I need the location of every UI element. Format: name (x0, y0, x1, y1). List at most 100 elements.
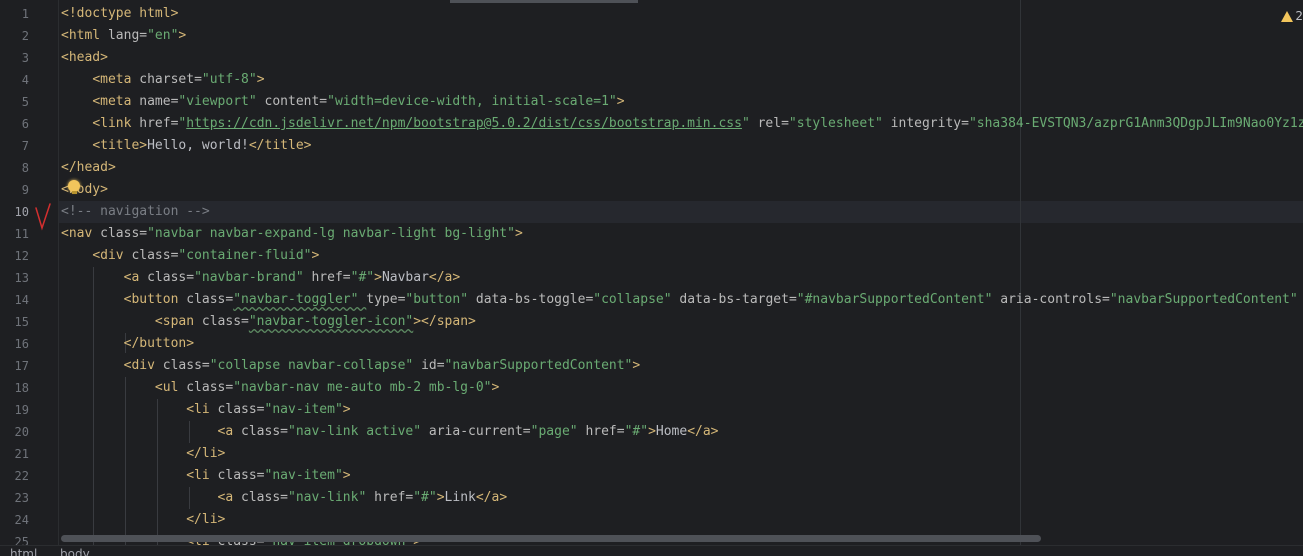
code-token: <meta (92, 94, 140, 109)
line-number[interactable]: 14 (1, 289, 29, 311)
code-line[interactable]: </button> (61, 333, 194, 355)
code-token: > (648, 424, 656, 439)
code-token: data-bs-toggle= (475, 292, 594, 307)
line-number[interactable]: 12 (1, 245, 29, 267)
line-number[interactable]: 1 (1, 3, 29, 25)
code-token: <head> (61, 50, 108, 65)
line-number[interactable]: 2 (1, 25, 29, 47)
code-token: "width=device-width, initial-scale=1" (327, 94, 617, 109)
code-line[interactable]: </li> (61, 443, 225, 465)
code-line[interactable]: <head> (61, 47, 108, 69)
line-number[interactable]: 4 (1, 69, 29, 91)
line-number[interactable]: 5 (1, 91, 29, 113)
code-token: Navbar (381, 270, 429, 285)
code-token: </li> (186, 446, 226, 461)
code-token: Hello, world! (147, 138, 249, 153)
code-token: > (436, 490, 445, 505)
code-line[interactable]: <div class="container-fluid"> (61, 245, 319, 267)
code-token: "button" (405, 292, 476, 307)
code-token: > (342, 468, 351, 483)
line-number[interactable]: 13 (1, 267, 29, 289)
code-line[interactable]: </li> (61, 509, 225, 531)
code-token: <ul (154, 380, 187, 395)
line-number[interactable]: 6 (1, 113, 29, 135)
warnings-count: 2 (1295, 9, 1303, 23)
code-token: class= (201, 314, 249, 329)
line-number[interactable]: 22 (1, 465, 29, 487)
code-token: "utf-8" (201, 72, 257, 87)
code-token: <div (123, 358, 163, 373)
code-token: "navbar-toggler-icon" (248, 314, 414, 329)
code-line[interactable]: </head> (61, 157, 116, 179)
code-token: integrity= (890, 116, 969, 131)
code-token: "nav-link active" (288, 424, 429, 439)
code-token: <title> (92, 138, 148, 153)
code-token: "navbar navbar-expand-lg navbar-light bg… (147, 226, 515, 241)
code-token: </li> (186, 512, 226, 527)
code-line[interactable]: <li class="nav-item"> (61, 399, 350, 421)
code-line[interactable]: <title>Hello, world!</title> (61, 135, 311, 157)
line-number[interactable]: 3 (1, 47, 29, 69)
warnings-indicator[interactable]: 2 (1281, 8, 1303, 24)
code-line[interactable]: <nav class="navbar navbar-expand-lg navb… (61, 223, 523, 245)
line-number[interactable]: 8 (1, 157, 29, 179)
code-line[interactable]: <ul class="navbar-nav me-auto mb-2 mb-lg… (61, 377, 499, 399)
line-number[interactable]: 19 (1, 399, 29, 421)
code-token: "#" (624, 424, 649, 439)
code-token: "collapse navbar-collapse" (209, 358, 422, 373)
line-number[interactable]: 17 (1, 355, 29, 377)
code-line[interactable]: <!doctype html> (61, 3, 178, 25)
line-number[interactable]: 9 (1, 179, 29, 201)
gutter-divider (58, 0, 59, 545)
code-line[interactable]: <div class="collapse navbar-collapse" id… (61, 355, 641, 377)
line-number[interactable]: 7 (1, 135, 29, 157)
code-line[interactable]: <html lang="en"> (61, 25, 186, 47)
line-number[interactable]: 21 (1, 443, 29, 465)
code-token: "navbarSupportedContent" (1109, 292, 1298, 307)
code-token: </title> (248, 138, 312, 153)
line-number[interactable]: 18 (1, 377, 29, 399)
code-token: "nav-link" (288, 490, 375, 505)
horizontal-scrollbar[interactable] (61, 535, 1041, 542)
line-number[interactable]: 23 (1, 487, 29, 509)
code-line[interactable]: <a class="nav-link active" aria-current=… (61, 421, 719, 443)
line-number[interactable]: 11 (1, 223, 29, 245)
line-number[interactable]: 20 (1, 421, 29, 443)
code-token: Home (655, 424, 688, 439)
code-token: <html (61, 28, 108, 43)
code-token: > (374, 270, 382, 285)
code-token: class= (147, 270, 195, 285)
code-token: <a (123, 270, 148, 285)
line-number[interactable]: 16 (1, 333, 29, 355)
line-number[interactable]: 10 (1, 201, 29, 223)
code-token: class= (217, 468, 265, 483)
warning-triangle-icon (1281, 10, 1294, 22)
code-token: "viewport" (178, 94, 265, 109)
code-line[interactable]: <a class="navbar-brand" href="#">Navbar<… (61, 267, 461, 289)
code-line[interactable]: <meta name="viewport" content="width=dev… (61, 91, 624, 113)
code-line[interactable]: <meta charset="utf-8"> (61, 69, 264, 91)
code-editor[interactable]: 1 2 3 4 5 6 7 8 9 10 11 12 13 14 15 16 17 18 19 20 21 22 23 24 2… (0, 0, 1303, 549)
code-line[interactable]: <li class="nav-item"> (61, 465, 351, 487)
code-line[interactable]: <a class="nav-link" href="#">Link</a> (61, 487, 508, 509)
code-token: "en" (147, 28, 179, 43)
code-token: <meta (92, 72, 140, 87)
code-line[interactable]: <span class="navbar-toggler-icon"></span… (61, 311, 476, 333)
line-number-gutter[interactable]: 1 2 3 4 5 6 7 8 9 10 11 12 13 14 15 16 17 18 19 20 21 22 23 24 2… (0, 0, 58, 549)
code-line[interactable]: <!-- navigation --> (61, 201, 210, 223)
code-token: lang= (107, 28, 148, 43)
code-area[interactable]: <!doctype html> <html lang="en"> <head> <m… (61, 3, 1303, 545)
line-number[interactable]: 24 (1, 509, 29, 531)
code-token: class= (162, 358, 210, 373)
code-line[interactable]: <button class="navbar-toggler" type="but… (61, 289, 1298, 311)
code-line[interactable]: <link href= "https://cdn.jsdelivr.net/npm… (61, 113, 1303, 135)
line-number[interactable]: 15 (1, 311, 29, 333)
code-token: href= (585, 424, 625, 439)
